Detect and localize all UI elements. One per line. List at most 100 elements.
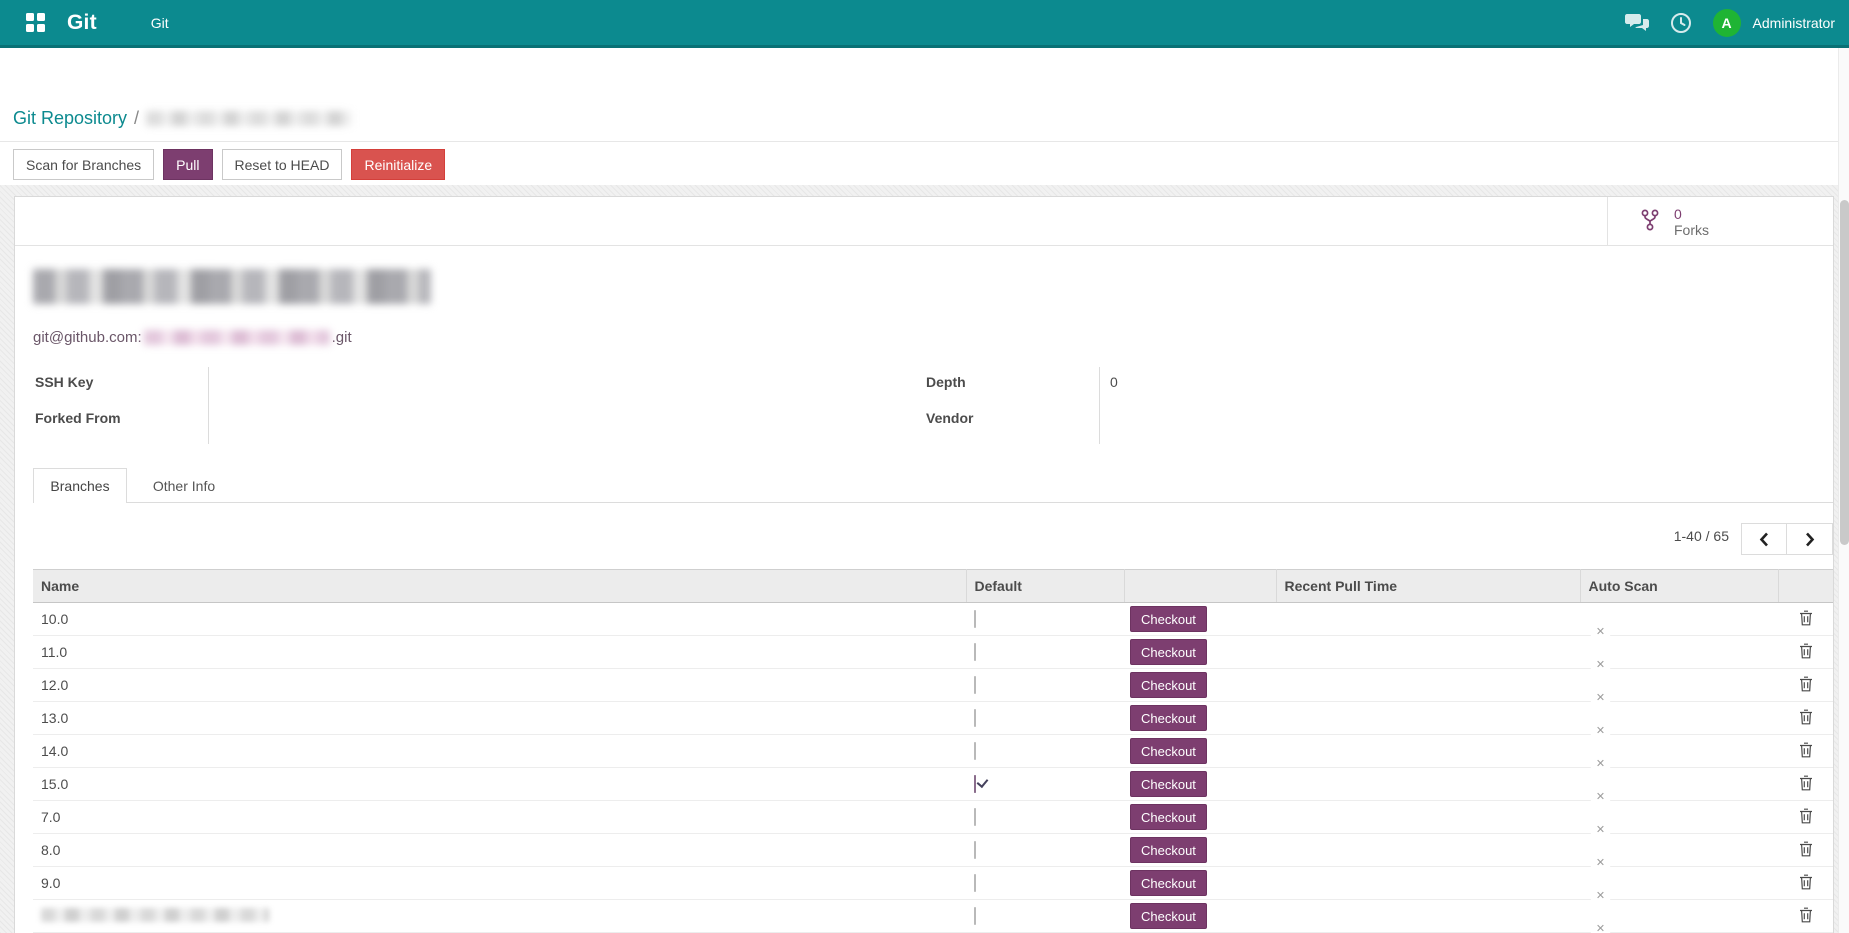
branch-name[interactable]: 15.0 xyxy=(33,768,966,801)
branches-pager-previous-button[interactable] xyxy=(1741,523,1787,555)
default-checkbox[interactable] xyxy=(974,907,976,925)
branch-name[interactable]: 13.0 xyxy=(33,702,966,735)
checkout-button[interactable]: Checkout xyxy=(1130,606,1207,632)
user-menu[interactable]: Administrator xyxy=(1753,15,1835,31)
branch-name[interactable]: 9.0 xyxy=(33,867,966,900)
toggle-x-icon: ✕ xyxy=(1590,918,1611,933)
checkout-button[interactable]: Checkout xyxy=(1130,705,1207,731)
tab-underline xyxy=(127,502,1833,503)
repository-url-redacted xyxy=(144,330,330,345)
default-checkbox[interactable] xyxy=(974,643,976,661)
app-title[interactable]: Git xyxy=(67,11,97,35)
delete-row-button[interactable] xyxy=(1797,872,1815,895)
menu-item-git[interactable]: Git xyxy=(143,11,177,35)
delete-row-button[interactable] xyxy=(1797,740,1815,763)
table-row[interactable]: 7.0 Checkout ✕ xyxy=(33,801,1833,834)
delete-row-button[interactable] xyxy=(1797,905,1815,928)
delete-row-button[interactable] xyxy=(1797,773,1815,796)
app-root: Git Git A Administrator Git Repository /… xyxy=(0,0,1849,933)
recent-pull-time-cell xyxy=(1276,900,1580,933)
repository-url-suffix[interactable]: .git xyxy=(332,329,352,346)
checkout-button[interactable]: Checkout xyxy=(1130,672,1207,698)
default-checkbox[interactable] xyxy=(974,874,976,892)
column-header-checkout xyxy=(1124,570,1276,603)
toggle-x-icon: ✕ xyxy=(1590,885,1611,906)
branches-pager-next-button[interactable] xyxy=(1787,523,1833,555)
table-row[interactable]: 11.0 Checkout ✕ xyxy=(33,636,1833,669)
branch-name[interactable] xyxy=(33,900,966,933)
depth-value: 0 xyxy=(1110,374,1118,390)
checkout-button[interactable]: Checkout xyxy=(1130,639,1207,665)
button-box: 0 Forks xyxy=(15,197,1833,246)
default-checkbox[interactable] xyxy=(974,808,976,826)
default-checkbox[interactable] xyxy=(974,709,976,727)
column-header-recent-pull-time[interactable]: Recent Pull Time xyxy=(1276,570,1580,603)
activities-icon[interactable] xyxy=(1669,12,1693,34)
table-header-row: Name Default Recent Pull Time Auto Scan xyxy=(33,570,1833,603)
trash-icon xyxy=(1799,907,1813,923)
reset-to-head-button[interactable]: Reset to HEAD xyxy=(222,149,343,180)
trash-icon xyxy=(1799,742,1813,758)
table-row[interactable]: 15.0 Checkout ✕ xyxy=(33,768,1833,801)
checkout-button[interactable]: Checkout xyxy=(1130,870,1207,896)
scrollbar-thumb[interactable] xyxy=(1840,200,1849,545)
recent-pull-time-cell xyxy=(1276,801,1580,834)
code-fork-icon xyxy=(1640,208,1660,235)
scan-for-branches-button[interactable]: Scan for Branches xyxy=(13,149,154,180)
table-row[interactable]: Checkout ✕ xyxy=(33,900,1833,933)
toggle-x-icon: ✕ xyxy=(1590,753,1611,774)
delete-row-button[interactable] xyxy=(1797,806,1815,829)
checkout-button[interactable]: Checkout xyxy=(1130,804,1207,830)
branch-name[interactable]: 14.0 xyxy=(33,735,966,768)
tab-branches[interactable]: Branches xyxy=(33,468,127,503)
form-sheet: 0 Forks git@github.com: .git SSH Key For… xyxy=(14,196,1834,933)
breadcrumb-current-redacted xyxy=(146,111,351,126)
repository-url-prefix[interactable]: git@github.com: xyxy=(33,329,142,346)
vertical-scrollbar[interactable] xyxy=(1838,48,1849,933)
branch-name[interactable]: 12.0 xyxy=(33,669,966,702)
branch-name[interactable]: 10.0 xyxy=(33,603,966,636)
table-row[interactable]: 8.0 Checkout ✕ xyxy=(33,834,1833,867)
table-row[interactable]: 9.0 Checkout ✕ xyxy=(33,867,1833,900)
table-row[interactable]: 10.0 Checkout ✕ xyxy=(33,603,1833,636)
reinitialize-button[interactable]: Reinitialize xyxy=(351,149,445,180)
table-row[interactable]: 13.0 Checkout ✕ xyxy=(33,702,1833,735)
branch-name[interactable]: 7.0 xyxy=(33,801,966,834)
checkout-button[interactable]: Checkout xyxy=(1130,837,1207,863)
column-header-default[interactable]: Default xyxy=(966,570,1124,603)
default-checkbox[interactable] xyxy=(974,676,976,694)
delete-row-button[interactable] xyxy=(1797,707,1815,730)
vendor-label: Vendor xyxy=(926,410,973,426)
messages-icon[interactable] xyxy=(1625,12,1649,34)
user-avatar[interactable]: A xyxy=(1713,9,1741,37)
recent-pull-time-cell xyxy=(1276,834,1580,867)
pull-button[interactable]: Pull xyxy=(163,149,212,180)
checkout-button[interactable]: Checkout xyxy=(1130,771,1207,797)
default-checkbox[interactable] xyxy=(974,742,976,760)
table-row[interactable]: 14.0 Checkout ✕ xyxy=(33,735,1833,768)
forks-stat-button[interactable]: 0 Forks xyxy=(1607,197,1833,246)
apps-menu-icon[interactable] xyxy=(26,13,45,32)
default-checkbox[interactable] xyxy=(974,610,976,628)
default-checkbox[interactable] xyxy=(974,841,976,859)
delete-row-button[interactable] xyxy=(1797,641,1815,664)
delete-row-button[interactable] xyxy=(1797,839,1815,862)
table-row[interactable]: 12.0 Checkout ✕ xyxy=(33,669,1833,702)
checkout-button[interactable]: Checkout xyxy=(1130,738,1207,764)
trash-icon xyxy=(1799,775,1813,791)
recent-pull-time-cell xyxy=(1276,768,1580,801)
left-group-separator xyxy=(208,367,209,444)
chevron-right-icon xyxy=(1805,532,1815,547)
breadcrumb-parent[interactable]: Git Repository xyxy=(13,108,127,129)
column-header-auto-scan[interactable]: Auto Scan xyxy=(1580,570,1778,603)
column-header-name[interactable]: Name xyxy=(33,570,966,603)
default-checkbox[interactable] xyxy=(974,775,976,793)
tab-other-info[interactable]: Other Info xyxy=(143,468,225,503)
toggle-x-icon: ✕ xyxy=(1590,654,1611,675)
branch-name[interactable]: 8.0 xyxy=(33,834,966,867)
delete-row-button[interactable] xyxy=(1797,674,1815,697)
checkout-button[interactable]: Checkout xyxy=(1130,903,1207,929)
delete-row-button[interactable] xyxy=(1797,608,1815,631)
branch-name[interactable]: 11.0 xyxy=(33,636,966,669)
recent-pull-time-cell xyxy=(1276,867,1580,900)
